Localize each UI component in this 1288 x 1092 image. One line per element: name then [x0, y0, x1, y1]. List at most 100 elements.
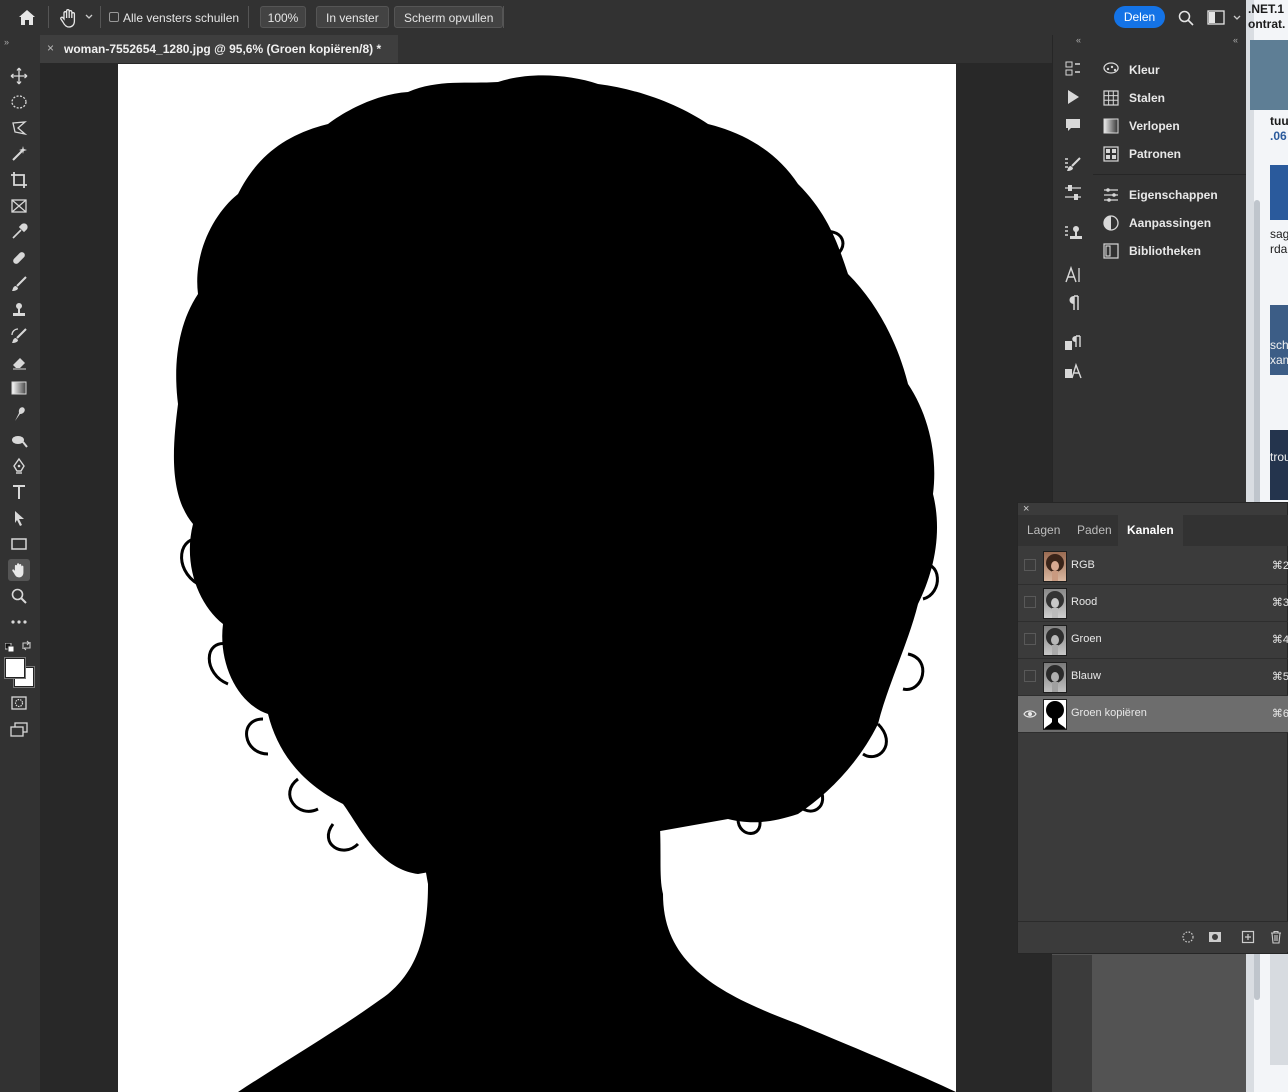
patterns-icon	[1103, 146, 1119, 162]
silhouette-image	[173, 75, 956, 1092]
healing-brush-tool-icon[interactable]	[8, 247, 30, 269]
swap-colors-icon[interactable]	[21, 640, 32, 651]
document-tab[interactable]: × woman-7552654_1280.jpg @ 95,6% (Groen …	[40, 35, 398, 63]
panel-properties[interactable]: Eigenschappen	[1102, 185, 1218, 205]
channel-row-rgb[interactable]: RGB ⌘2	[1018, 548, 1288, 585]
panel-gradients[interactable]: Verlopen	[1102, 116, 1180, 136]
zoom-100-button[interactable]: 100%	[260, 6, 306, 28]
eye-icon[interactable]	[1023, 707, 1037, 721]
document-canvas[interactable]	[118, 64, 956, 1092]
panel-swatches-label: Stalen	[1129, 91, 1166, 105]
move-tool-icon[interactable]	[8, 65, 30, 87]
more-tools-icon[interactable]	[8, 611, 30, 633]
path-selection-tool-icon[interactable]	[8, 507, 30, 529]
marquee-tool-icon[interactable]	[8, 91, 30, 113]
panel-adjustments-label: Aanpassingen	[1129, 216, 1212, 230]
comments-icon[interactable]	[1063, 115, 1083, 135]
collapse-toolbar-icon[interactable]: »	[4, 37, 9, 47]
scroll-all-windows-checkbox[interactable]	[109, 12, 119, 22]
magic-wand-tool-icon[interactable]	[8, 143, 30, 165]
tool-presets-icon[interactable]	[1063, 183, 1083, 203]
dodge-tool-icon[interactable]	[8, 429, 30, 451]
pen-tool-icon[interactable]	[8, 455, 30, 477]
lasso-tool-icon[interactable]	[8, 117, 30, 139]
frame-tool-icon[interactable]	[8, 195, 30, 217]
crop-tool-icon[interactable]	[8, 169, 30, 191]
eyedropper-tool-icon[interactable]	[8, 221, 30, 243]
screen-mode-icon[interactable]	[8, 718, 30, 740]
home-icon[interactable]	[17, 8, 37, 28]
library-icon	[1103, 243, 1119, 259]
background-text-8: xam	[1270, 353, 1288, 367]
zoom-tool-icon[interactable]	[8, 585, 30, 607]
visibility-toggle[interactable]	[1024, 559, 1036, 571]
panel-swatches[interactable]: Stalen	[1102, 88, 1165, 108]
channel-row-green-copy[interactable]: Groen kopiëren ⌘6	[1018, 696, 1288, 733]
play-actions-icon[interactable]	[1063, 87, 1083, 107]
panel-color[interactable]: Kleur	[1102, 60, 1160, 80]
panel-libraries-label: Bibliotheken	[1129, 244, 1202, 258]
channel-thumbnail	[1043, 551, 1067, 582]
tab-paths[interactable]: Paden	[1068, 515, 1121, 546]
clone-source-icon[interactable]	[1063, 223, 1083, 243]
background-text-4: .06	[1270, 129, 1287, 143]
brush-settings-icon[interactable]	[1063, 155, 1083, 175]
load-selection-icon[interactable]	[1181, 930, 1195, 944]
brush-tool-icon[interactable]	[8, 273, 30, 295]
gradient-tool-icon[interactable]	[8, 377, 30, 399]
eraser-tool-icon[interactable]	[8, 351, 30, 373]
document-tab-bar: × woman-7552654_1280.jpg @ 95,6% (Groen …	[40, 35, 1052, 63]
tab-channels[interactable]: Kanalen	[1118, 515, 1183, 546]
share-button[interactable]: Delen	[1114, 6, 1165, 28]
tab-layers[interactable]: Lagen	[1018, 515, 1069, 546]
collapse-panels-icon[interactable]: «	[1233, 35, 1238, 45]
channel-row-blue[interactable]: Blauw ⌘5	[1018, 659, 1288, 696]
background-text-3: tuur	[1270, 114, 1288, 128]
foreground-color-swatch[interactable]	[5, 658, 25, 678]
history-panel-icon[interactable]	[1063, 59, 1083, 79]
delete-channel-icon[interactable]	[1269, 930, 1283, 944]
channels-panel-tabs: Lagen Paden Kanalen	[1018, 515, 1288, 546]
character-styles-icon[interactable]	[1063, 361, 1083, 381]
visibility-toggle[interactable]	[1024, 633, 1036, 645]
options-bar: Alle vensters schuilen 100% In venster S…	[0, 0, 1288, 36]
stamp-tool-icon[interactable]	[8, 299, 30, 321]
hand-tool-icon[interactable]	[8, 559, 30, 581]
character-panel-icon[interactable]	[1063, 265, 1083, 285]
default-colors-icon[interactable]	[4, 641, 15, 653]
channel-row-red[interactable]: Rood ⌘3	[1018, 585, 1288, 622]
save-selection-icon[interactable]	[1208, 930, 1222, 944]
chevron-down-icon[interactable]	[1232, 12, 1242, 22]
chevron-down-icon[interactable]	[84, 11, 94, 21]
paragraph-styles-icon[interactable]	[1063, 333, 1083, 353]
panel-adjustments[interactable]: Aanpassingen	[1102, 213, 1211, 233]
background-text-5: sag	[1270, 227, 1288, 241]
channel-row-green[interactable]: Groen ⌘4	[1018, 622, 1288, 659]
channel-thumbnail	[1043, 625, 1067, 656]
new-channel-icon[interactable]	[1241, 930, 1255, 944]
scroll-all-windows-label: Alle vensters schuilen	[123, 11, 240, 25]
visibility-toggle[interactable]	[1024, 596, 1036, 608]
canvas-area[interactable]	[40, 63, 1052, 1092]
collapse-dock-icon[interactable]: «	[1076, 35, 1081, 45]
close-panel-icon[interactable]: ×	[1023, 503, 1029, 515]
hand-tool-preset-icon[interactable]	[58, 7, 80, 29]
smudge-tool-icon[interactable]	[8, 403, 30, 425]
fit-screen-button[interactable]: In venster	[316, 6, 389, 28]
panel-patterns[interactable]: Patronen	[1102, 144, 1181, 164]
channel-shortcut: ⌘6	[1271, 708, 1288, 720]
channel-thumbnail	[1043, 588, 1067, 619]
close-icon[interactable]: ×	[47, 41, 54, 55]
panel-libraries[interactable]: Bibliotheken	[1102, 241, 1201, 261]
visibility-toggle[interactable]	[1024, 670, 1036, 682]
rectangle-tool-icon[interactable]	[8, 533, 30, 555]
quick-mask-icon[interactable]	[8, 692, 30, 714]
workspace-icon[interactable]	[1207, 10, 1225, 25]
sliders-icon	[1104, 188, 1118, 202]
paragraph-panel-icon[interactable]	[1063, 293, 1083, 313]
history-brush-tool-icon[interactable]	[8, 325, 30, 347]
fill-screen-button[interactable]: Scherm opvullen	[394, 6, 504, 28]
search-icon[interactable]	[1177, 9, 1195, 27]
type-tool-icon[interactable]	[8, 481, 30, 503]
collapsed-panels-list: « Kleur Stalen Verlopen Patronen Eigensc…	[1093, 35, 1246, 505]
